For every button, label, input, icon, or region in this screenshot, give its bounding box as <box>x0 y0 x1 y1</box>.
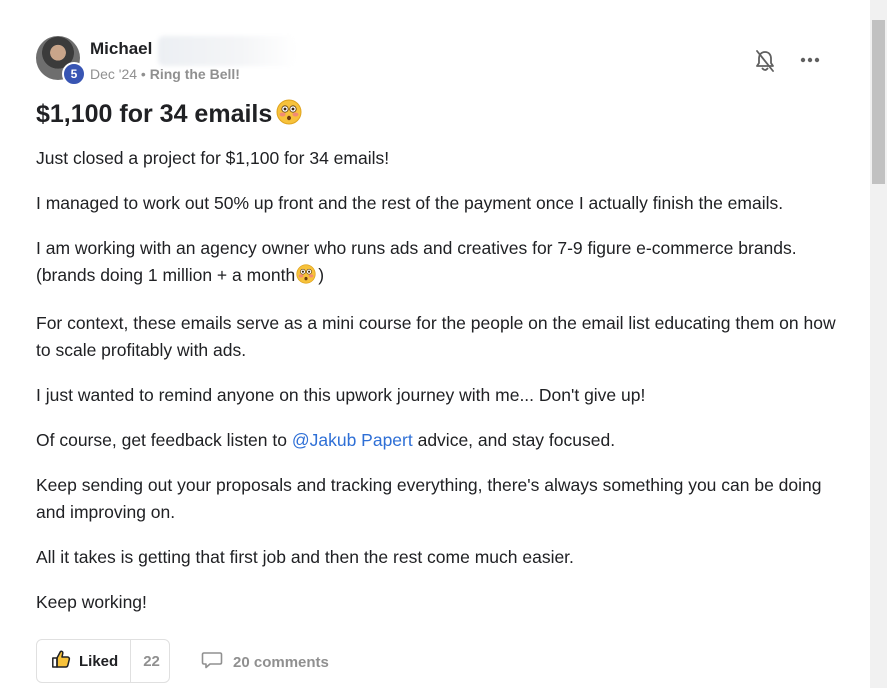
post-date: Dec '24 <box>90 66 138 82</box>
meta-separator: • <box>140 66 146 82</box>
post-category[interactable]: Ring the Bell! <box>150 66 240 82</box>
post-card: 5 Michael Dec '24 • Ring the Bell! $1,10… <box>0 0 870 688</box>
post-meta: Dec '24 • Ring the Bell! <box>90 66 240 82</box>
like-button[interactable]: Liked <box>37 640 132 682</box>
post-paragraph: Keep working! <box>36 592 147 612</box>
post-paragraph: Of course, get feedback listen to @Jakub… <box>36 427 836 454</box>
flushed-face-emoji-icon <box>276 99 302 132</box>
post-body: Just closed a project for $1,100 for 34 … <box>36 145 836 634</box>
like-label: Liked <box>79 652 119 670</box>
post-title-text: $1,100 for 34 emails <box>36 100 273 128</box>
author-name[interactable]: Michael <box>90 39 152 59</box>
post-paragraph: I managed to work out 50% up front and t… <box>36 193 784 213</box>
paragraph-text: Of course, get feedback listen to <box>36 430 292 450</box>
paragraph-text: ) <box>318 265 325 285</box>
author-avatar[interactable]: 5 <box>36 36 86 86</box>
vertical-scrollbar[interactable] <box>870 0 887 688</box>
post-paragraph: Just closed a project for $1,100 for 34 … <box>36 148 390 168</box>
post-paragraph: I am working with an agency owner who ru… <box>36 235 836 292</box>
post-title: $1,100 for 34 emails <box>36 99 302 132</box>
like-control: Liked 22 <box>36 639 170 683</box>
comments-button[interactable]: 20 comments <box>201 650 329 675</box>
redacted-surname <box>158 36 296 66</box>
post-paragraph: Keep sending out your proposals and trac… <box>36 475 822 522</box>
user-mention-link[interactable]: @Jakub Papert <box>292 430 413 450</box>
comment-icon <box>201 650 223 675</box>
level-badge: 5 <box>62 62 86 86</box>
bell-off-icon[interactable] <box>754 49 776 73</box>
scrollbar-thumb[interactable] <box>872 20 885 184</box>
post-paragraph: All it takes is getting that first job a… <box>36 547 574 567</box>
comments-count-label: 20 comments <box>233 654 329 671</box>
paragraph-text: advice, and stay focused. <box>412 430 616 450</box>
post-paragraph: For context, these emails serve as a min… <box>36 313 836 360</box>
like-count[interactable]: 22 <box>131 653 160 670</box>
thumbs-up-icon <box>51 649 71 674</box>
post-paragraph: I just wanted to remind anyone on this u… <box>36 385 646 405</box>
more-options-icon[interactable] <box>799 50 821 70</box>
paragraph-text: I am working with an agency owner who ru… <box>36 238 797 285</box>
flushed-face-emoji-icon <box>296 264 316 292</box>
